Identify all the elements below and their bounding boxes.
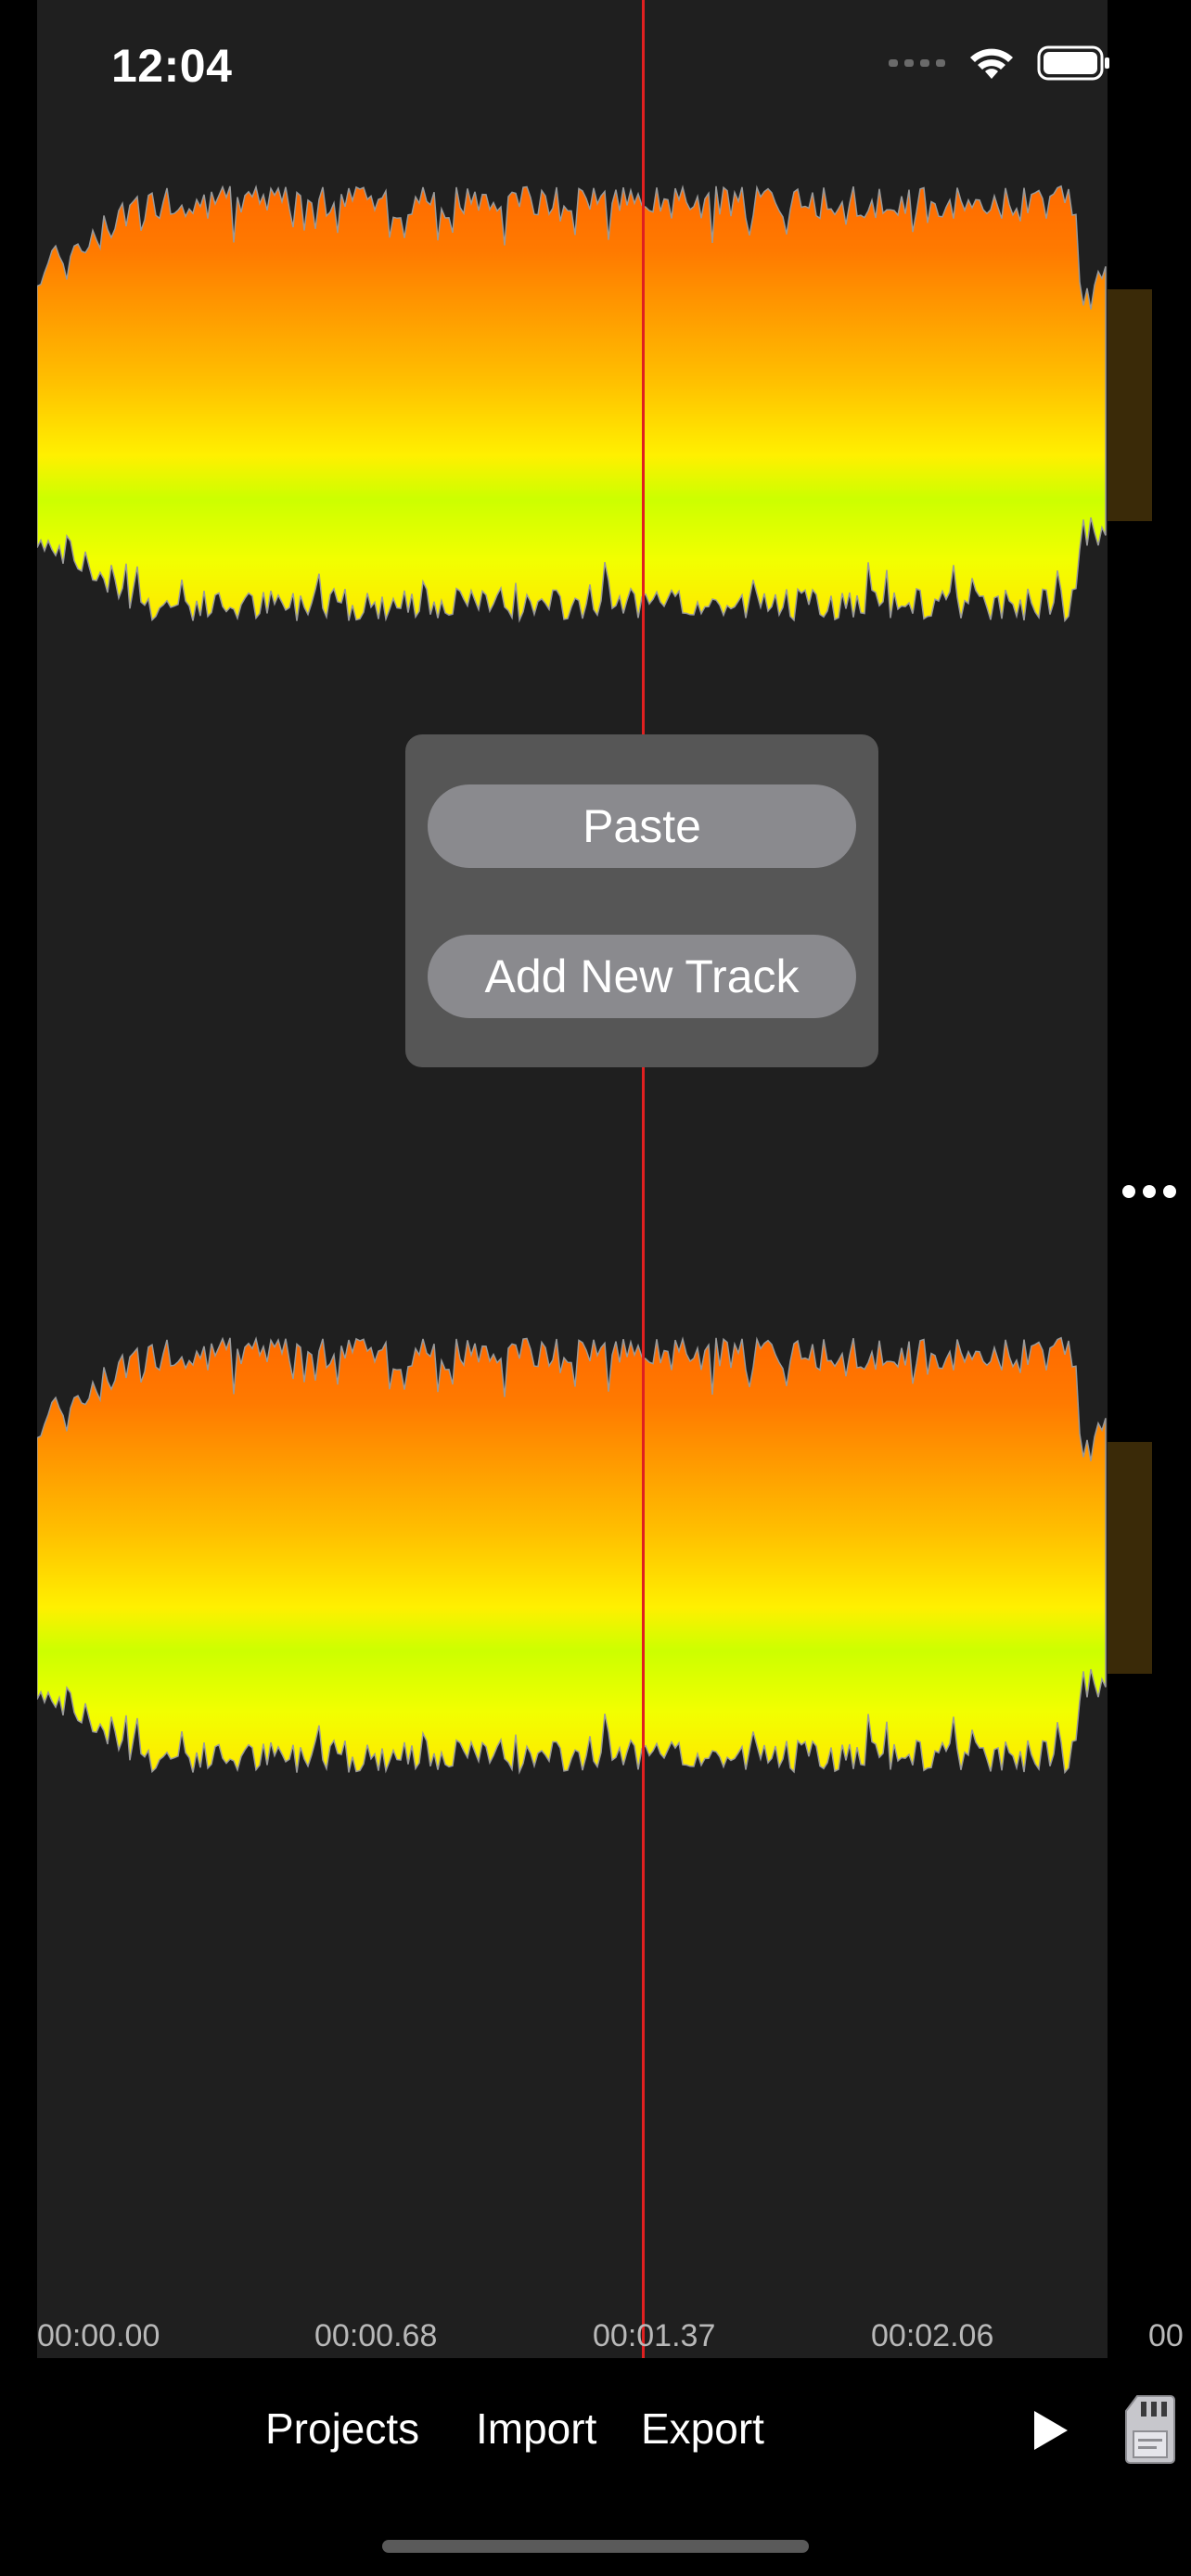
sd-card-icon[interactable] [1124,2394,1176,2465]
track-1-edge [1108,289,1152,521]
cellular-dots-icon [889,59,945,67]
projects-button[interactable]: Projects [265,2404,419,2454]
playhead-line[interactable] [642,0,645,2358]
more-horizontal-icon[interactable] [1122,1185,1176,1198]
wifi-icon [970,48,1013,79]
waveform-track-1[interactable] [37,167,1108,640]
timeline-ruler[interactable]: 00:00.00 00:00.68 00:01.37 00:02.06 00 [0,2318,1191,2359]
battery-icon [1037,45,1109,81]
time-tick-label: 00:02.06 [871,2318,994,2353]
add-new-track-button[interactable]: Add New Track [428,935,856,1018]
waveform-track-2[interactable] [37,1319,1108,1792]
import-button[interactable]: Import [476,2404,596,2454]
track-2-edge [1108,1442,1152,1674]
time-tick-label: 00:00.00 [37,2318,160,2353]
status-time: 12:04 [111,40,233,92]
export-button[interactable]: Export [641,2404,764,2454]
context-menu: Paste Add New Track [405,734,878,1067]
home-indicator [382,2540,809,2553]
time-tick-label: 00 [1148,2318,1184,2353]
play-icon[interactable] [1031,2409,1070,2452]
time-tick-label: 00:01.37 [593,2318,716,2353]
time-tick-label: 00:00.68 [314,2318,438,2353]
status-icons [889,45,1111,82]
paste-button[interactable]: Paste [428,784,856,868]
